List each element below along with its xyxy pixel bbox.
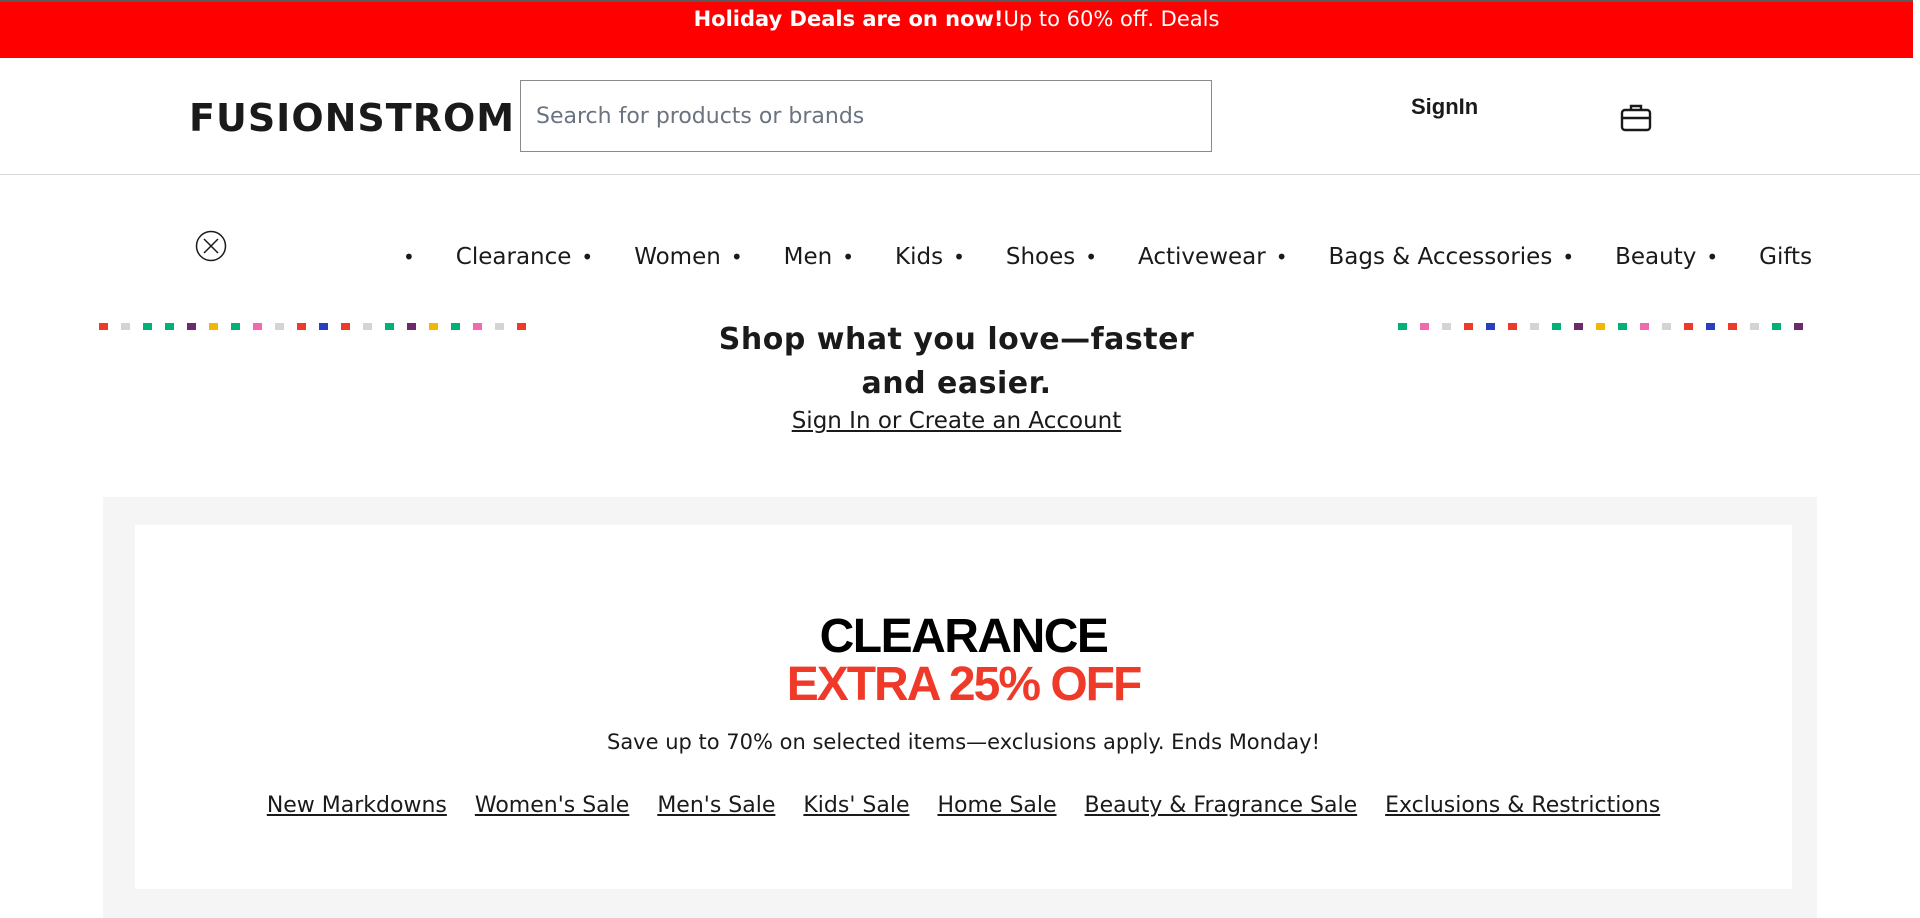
- confetti-dot: [429, 323, 438, 330]
- nav-item-kids[interactable]: Kids: [895, 244, 943, 270]
- confetti-dot: [1706, 323, 1715, 330]
- confetti-dot: [495, 323, 504, 330]
- link-new-markdowns[interactable]: New Markdowns: [267, 793, 447, 818]
- link-exclusions-restrictions[interactable]: Exclusions & Restrictions: [1385, 793, 1660, 818]
- confetti-dot: [187, 323, 196, 330]
- link-kids-sale[interactable]: Kids' Sale: [803, 793, 909, 818]
- confetti-dot: [1662, 323, 1671, 330]
- confetti-dot: [253, 323, 262, 330]
- clearance-links: New Markdowns Women's Sale Men's Sale Ki…: [135, 793, 1792, 818]
- promo-title: Shop what you love—faster and easier.: [718, 322, 1195, 401]
- banner-headline: Holiday Deals are on now!: [693, 7, 1004, 31]
- link-home-sale[interactable]: Home Sale: [937, 793, 1056, 818]
- nav-separator: •: [581, 245, 594, 269]
- confetti-dot: [451, 323, 460, 330]
- banner-text[interactable]: Up to 60% off. Deals: [1004, 7, 1220, 31]
- nav-separator: •: [403, 245, 415, 269]
- nav-item-men[interactable]: Men: [784, 244, 833, 270]
- confetti-dot: [341, 323, 350, 330]
- confetti-dot: [1420, 323, 1429, 330]
- nav-item-women[interactable]: Women: [634, 244, 721, 270]
- nav-separator: •: [842, 245, 854, 269]
- confetti-dot: [99, 323, 108, 330]
- clearance-description: Save up to 70% on selected items—exclusi…: [606, 730, 1321, 754]
- nav-separator: •: [1706, 245, 1719, 269]
- confetti-dot: [297, 323, 306, 330]
- confetti-dot: [1464, 323, 1473, 330]
- main-nav: • Clearance • Women • Men • Kids • Shoes…: [398, 244, 1817, 270]
- confetti-decoration-right: [1398, 323, 1818, 331]
- link-beauty-fragrance-sale[interactable]: Beauty & Fragrance Sale: [1085, 793, 1358, 818]
- confetti-dot: [1574, 323, 1583, 330]
- confetti-dot: [1728, 323, 1737, 330]
- confetti-dot: [1640, 323, 1649, 330]
- confetti-dot: [209, 323, 218, 330]
- clearance-offer: EXTRA 25% OFF: [786, 658, 1143, 711]
- confetti-dot: [1750, 323, 1759, 330]
- signin-link[interactable]: SignIn: [1411, 94, 1478, 120]
- confetti-dot: [517, 323, 526, 330]
- confetti-dot: [1530, 323, 1539, 330]
- site-header: FUSIONSTROM SignIn: [0, 58, 1920, 175]
- confetti-dot: [121, 323, 130, 330]
- nav-item-shoes[interactable]: Shoes: [1006, 244, 1075, 270]
- confetti-dot: [1772, 323, 1781, 330]
- nav-item-bags-accessories[interactable]: Bags & Accessories: [1329, 244, 1553, 270]
- link-womens-sale[interactable]: Women's Sale: [475, 793, 629, 818]
- nav-separator: •: [1562, 245, 1575, 269]
- confetti-dot: [1684, 323, 1693, 330]
- nav-item-activewear[interactable]: Activewear: [1138, 244, 1266, 270]
- confetti-dot: [363, 323, 372, 330]
- confetti-dot: [1596, 323, 1605, 330]
- link-mens-sale[interactable]: Men's Sale: [657, 793, 775, 818]
- confetti-dot: [231, 323, 240, 330]
- site-logo[interactable]: FUSIONSTROM: [189, 96, 515, 140]
- confetti-dot: [143, 323, 152, 330]
- confetti-dot: [1794, 323, 1803, 330]
- search-input[interactable]: [520, 80, 1212, 152]
- signin-create-account-link[interactable]: Sign In or Create an Account: [700, 408, 1213, 434]
- confetti-dot: [1508, 323, 1517, 330]
- nav-separator: •: [1085, 245, 1098, 269]
- promo-banner[interactable]: Holiday Deals are on now!Up to 60% off. …: [0, 0, 1913, 58]
- confetti-dot: [1486, 323, 1495, 330]
- confetti-dot: [275, 323, 284, 330]
- confetti-dot: [385, 323, 394, 330]
- nav-separator: •: [1275, 245, 1288, 269]
- confetti-dot: [1552, 323, 1561, 330]
- nav-separator: •: [730, 245, 743, 269]
- shopping-bag-icon[interactable]: [1620, 102, 1652, 132]
- confetti-dot: [473, 323, 482, 330]
- confetti-dot: [1618, 323, 1627, 330]
- confetti-decoration-left: [99, 323, 526, 331]
- confetti-dot: [1398, 323, 1407, 330]
- confetti-dot: [319, 323, 328, 330]
- nav-item-beauty[interactable]: Beauty: [1615, 244, 1696, 270]
- nav-separator: •: [953, 245, 965, 269]
- nav-item-clearance[interactable]: Clearance: [456, 244, 572, 270]
- clearance-card[interactable]: CLEARANCE EXTRA 25% OFF Save up to 70% o…: [135, 525, 1792, 889]
- confetti-dot: [407, 323, 416, 330]
- confetti-dot: [1442, 323, 1451, 330]
- nav-item-gifts[interactable]: Gifts: [1759, 244, 1812, 270]
- clearance-heading: CLEARANCE: [819, 610, 1109, 663]
- confetti-dot: [165, 323, 174, 330]
- close-circle-icon[interactable]: [195, 230, 227, 262]
